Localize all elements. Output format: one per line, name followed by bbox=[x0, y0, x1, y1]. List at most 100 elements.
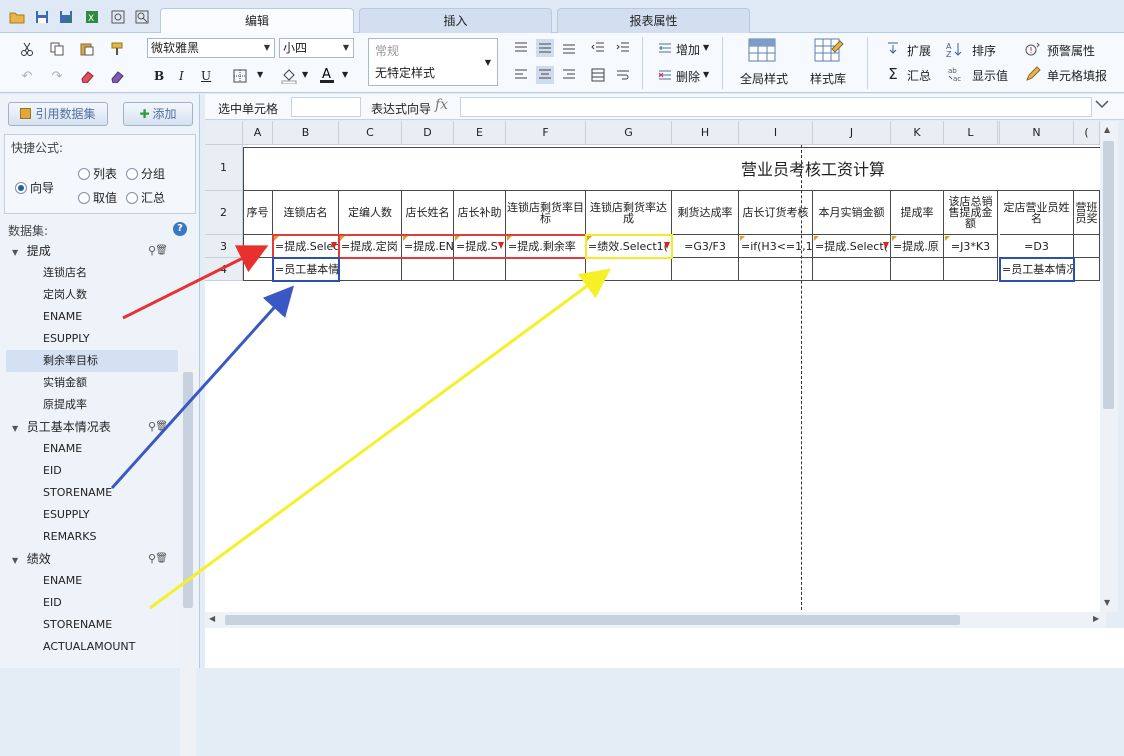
column-header[interactable]: C bbox=[339, 121, 402, 145]
tree-field[interactable]: REMARKS bbox=[6, 526, 178, 548]
data-cell[interactable]: =J3*K3 bbox=[944, 235, 998, 258]
sum-icon[interactable]: Σ bbox=[884, 65, 902, 83]
data-cell[interactable] bbox=[672, 258, 739, 281]
scroll-down-icon[interactable]: ▼ bbox=[1104, 598, 1110, 607]
eraser-icon[interactable] bbox=[78, 67, 96, 85]
chevron-down-icon[interactable]: ▼ bbox=[485, 58, 491, 67]
align-bottom-icon[interactable] bbox=[560, 39, 578, 57]
header-cell[interactable]: 店长补助 bbox=[454, 191, 506, 235]
copy-icon[interactable] bbox=[48, 40, 66, 58]
column-header[interactable]: H bbox=[672, 121, 739, 145]
data-cell[interactable] bbox=[586, 258, 672, 281]
data-cell[interactable] bbox=[1074, 258, 1100, 281]
header-cell[interactable]: 定编人数 bbox=[339, 191, 402, 235]
data-cell[interactable]: =提成.剩余率 bbox=[506, 235, 586, 258]
radio-group[interactable]: 分组 bbox=[126, 165, 165, 182]
radio-guide[interactable]: 向导 bbox=[15, 179, 54, 196]
column-header[interactable]: G bbox=[586, 121, 672, 145]
sort-icon[interactable]: AZ bbox=[945, 40, 963, 58]
summary-button[interactable]: 汇总 bbox=[907, 67, 931, 84]
tab-insert[interactable]: 插入 bbox=[359, 8, 552, 33]
display-value-icon[interactable]: ab ac bbox=[947, 65, 965, 83]
column-header[interactable]: L bbox=[944, 121, 998, 145]
tree-field[interactable]: STORENAME bbox=[6, 482, 178, 504]
data-cell[interactable] bbox=[944, 258, 998, 281]
decrease-indent-icon[interactable] bbox=[589, 39, 607, 57]
scroll-up-icon[interactable]: ▲ bbox=[1104, 125, 1110, 134]
data-cell[interactable] bbox=[813, 258, 891, 281]
tree-field[interactable]: ESUPPLY bbox=[6, 504, 178, 526]
wrap-text-icon[interactable] bbox=[614, 66, 632, 84]
header-cell[interactable]: 序号 bbox=[243, 191, 273, 235]
align-center-icon[interactable] bbox=[536, 66, 554, 84]
tree-field[interactable]: ESUPPLY bbox=[6, 328, 178, 350]
tree-field[interactable]: 原提成率 bbox=[6, 394, 178, 416]
tab-edit[interactable]: 编辑 bbox=[160, 8, 354, 34]
style-library-button[interactable]: 样式库 bbox=[810, 70, 846, 87]
export-excel-icon[interactable]: X bbox=[84, 9, 100, 25]
border-icon[interactable] bbox=[231, 67, 249, 85]
scroll-left-icon[interactable]: ◀ bbox=[209, 614, 215, 623]
delete-button[interactable]: 删除 bbox=[676, 68, 700, 85]
chevron-down-icon[interactable]: ▼ bbox=[703, 43, 709, 52]
tree-group[interactable]: ▼ 提成 ⚲ 🗑 bbox=[6, 240, 178, 262]
chevron-down-icon[interactable]: ▼ bbox=[342, 70, 348, 79]
font-family-select[interactable]: 微软雅黑 ▼ bbox=[147, 38, 275, 58]
tree-group[interactable]: ▼ 员工基本情况表 ⚲ 🗑 bbox=[6, 416, 178, 438]
bold-button[interactable]: B bbox=[154, 69, 164, 83]
clear-format-icon[interactable] bbox=[108, 67, 126, 85]
column-header[interactable]: A bbox=[243, 121, 273, 145]
save-as-icon[interactable] bbox=[58, 9, 74, 25]
tree-field[interactable]: ENAME bbox=[6, 438, 178, 460]
data-cell[interactable]: =提成.定岗 bbox=[339, 235, 402, 258]
tree-field[interactable]: ENAME bbox=[6, 306, 178, 328]
format-painter-icon[interactable] bbox=[108, 40, 126, 58]
chevron-down-icon[interactable]: ▼ bbox=[703, 70, 709, 79]
tree-field[interactable]: STORENAME bbox=[6, 614, 178, 636]
header-cell[interactable]: 连锁店剩货率达成 bbox=[586, 191, 672, 235]
tree-scrollbar[interactable] bbox=[180, 352, 196, 756]
fill-color-icon[interactable] bbox=[280, 67, 298, 85]
header-cell[interactable]: 连锁店名 bbox=[273, 191, 339, 235]
font-color-icon[interactable]: A bbox=[318, 66, 336, 84]
tree-field[interactable]: EID bbox=[6, 460, 178, 482]
fx-icon[interactable]: fx bbox=[435, 97, 448, 113]
radio-sum[interactable]: 汇总 bbox=[126, 189, 165, 206]
data-cell[interactable]: =提成.EN bbox=[402, 235, 454, 258]
selected-cell-input[interactable] bbox=[291, 97, 361, 117]
data-cell[interactable] bbox=[1074, 235, 1100, 258]
alert-properties-button[interactable]: 预警属性 bbox=[1047, 42, 1095, 59]
paste-icon[interactable] bbox=[78, 40, 96, 58]
font-size-select[interactable]: 小四 ▼ bbox=[279, 38, 354, 58]
row-header[interactable]: 1 bbox=[205, 145, 243, 191]
delete-dataset-icon[interactable]: 🗑 bbox=[155, 416, 168, 438]
row-header[interactable]: 2 bbox=[205, 191, 243, 235]
tab-report-properties[interactable]: 报表属性 bbox=[557, 8, 750, 33]
data-cell[interactable] bbox=[243, 258, 273, 281]
collapse-icon[interactable]: ▼ bbox=[12, 248, 21, 257]
tree-field[interactable]: 定岗人数 bbox=[6, 284, 178, 306]
merge-cells-icon[interactable] bbox=[589, 66, 607, 84]
sort-button[interactable]: 排序 bbox=[972, 42, 996, 59]
data-cell[interactable] bbox=[339, 258, 402, 281]
tree-field[interactable]: 实销金额 bbox=[6, 372, 178, 394]
data-cell[interactable] bbox=[243, 235, 273, 258]
column-header[interactable]: N bbox=[1000, 121, 1074, 145]
add-button[interactable]: 增加 bbox=[676, 41, 700, 58]
tree-field[interactable]: ACTUALAMOUNT bbox=[6, 636, 178, 658]
expand-icon[interactable] bbox=[884, 40, 902, 58]
delete-dataset-icon[interactable]: 🗑 bbox=[155, 548, 168, 570]
row-header[interactable]: 4 bbox=[205, 258, 243, 281]
header-cell[interactable]: 定店营业员姓名 bbox=[1000, 191, 1074, 235]
column-header[interactable]: E bbox=[454, 121, 506, 145]
global-style-button[interactable]: 全局样式 bbox=[740, 70, 788, 87]
data-cell[interactable] bbox=[402, 258, 454, 281]
column-header[interactable]: I bbox=[739, 121, 813, 145]
data-cell[interactable]: =员工基本情 bbox=[273, 258, 339, 281]
data-cell[interactable] bbox=[891, 258, 944, 281]
expression-wizard-label[interactable]: 表达式向导 bbox=[371, 100, 431, 117]
tree-field[interactable]: 连锁店名 bbox=[6, 262, 178, 284]
grid-horizontal-scrollbar[interactable]: ◀ ▶ bbox=[205, 612, 1106, 628]
add-dataset-button[interactable]: ✚ 添加 bbox=[123, 102, 193, 126]
help-icon[interactable]: ? bbox=[173, 222, 187, 236]
